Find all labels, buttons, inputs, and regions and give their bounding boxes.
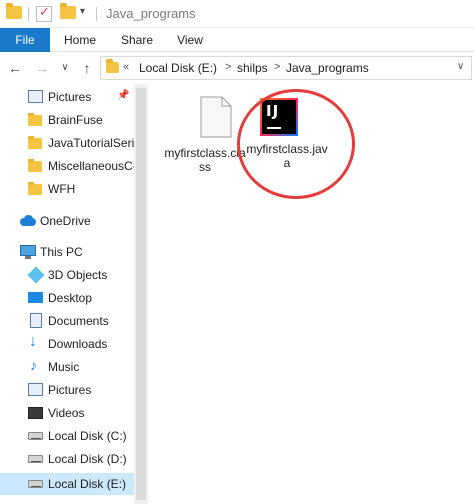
- sidebar-item-local-disk-d[interactable]: Local Disk (D:): [0, 448, 134, 470]
- sidebar-item-onedrive[interactable]: OneDrive: [0, 210, 126, 232]
- address-dropdown-icon[interactable]: ∨: [457, 61, 464, 72]
- documents-icon: [28, 313, 44, 329]
- breadcrumb-local-disk-e[interactable]: Local Disk (E:): [139, 61, 217, 75]
- divider: [28, 7, 29, 21]
- tab-view[interactable]: View: [172, 28, 208, 52]
- sidebar-item-documents[interactable]: Documents: [0, 310, 134, 332]
- overflow-chevron[interactable]: «: [123, 61, 129, 73]
- folder-icon: [28, 112, 44, 128]
- sidebar-item-desktop[interactable]: Desktop: [0, 287, 134, 309]
- folder-icon: [106, 59, 119, 73]
- sidebar-item-label: Desktop: [48, 291, 93, 305]
- sidebar-item-3d-objects[interactable]: 3D Objects: [0, 264, 134, 286]
- sidebar-item-label: BrainFuse: [48, 113, 103, 127]
- drive-icon: [28, 451, 44, 467]
- tab-file[interactable]: File: [0, 28, 50, 52]
- pin-icon[interactable]: 📌: [117, 90, 129, 101]
- title-bar: ✓ ▾ Java_programs: [0, 0, 474, 28]
- sidebar-item-downloads[interactable]: ↓ Downloads: [0, 333, 134, 355]
- sidebar-item-label: MiscellaneousC-: [48, 159, 137, 173]
- sidebar-item-label: JavaTutorialSerie: [48, 136, 141, 150]
- sidebar-item-label: 3D Objects: [48, 268, 108, 282]
- navigation-bar: ← → ∨ ↑ « Local Disk (E:) > shilps > Jav…: [0, 52, 474, 84]
- sidebar-item-music[interactable]: ♪ Music: [0, 356, 134, 378]
- sidebar-item-label: Pictures: [48, 383, 92, 397]
- sidebar-item-label: Downloads: [48, 337, 108, 351]
- breadcrumb-separator[interactable]: >: [225, 61, 231, 73]
- music-icon: ♪: [30, 357, 37, 373]
- breadcrumb-shilps[interactable]: shilps: [237, 61, 268, 75]
- sidebar-item-label: Local Disk (E:): [48, 477, 127, 491]
- pictures-icon: [28, 382, 44, 398]
- customize-quick-access-icon[interactable]: ▾: [80, 6, 85, 17]
- folder-icon: [6, 3, 22, 19]
- scrollbar-thumb[interactable]: [136, 88, 146, 500]
- sidebar-item-javatutorialseries[interactable]: JavaTutorialSerie: [0, 132, 141, 154]
- onedrive-icon: [20, 213, 36, 229]
- drive-icon: [28, 428, 44, 444]
- sidebar-item-wfh[interactable]: WFH: [0, 178, 134, 200]
- sidebar-item-label: OneDrive: [40, 214, 91, 228]
- file-list: myfirstclass.class IJ myfirstclass.java: [150, 84, 474, 504]
- ribbon-tabs: File Home Share View: [0, 28, 474, 52]
- sidebar-item-label: WFH: [48, 182, 76, 196]
- sidebar-item-label: Videos: [48, 406, 85, 420]
- tab-share[interactable]: Share: [116, 28, 158, 52]
- sidebar-item-pictures[interactable]: Pictures: [0, 379, 134, 401]
- divider: [96, 7, 97, 21]
- folder-icon: [28, 158, 44, 174]
- folder-icon: [28, 135, 44, 151]
- breadcrumb-separator[interactable]: >: [274, 61, 280, 73]
- recent-locations-icon[interactable]: ∨: [56, 58, 74, 78]
- downloads-icon: ↓: [29, 333, 37, 350]
- sidebar-item-pictures-quick[interactable]: Pictures 📌: [0, 86, 134, 108]
- file-name: myfirstclass.class: [164, 146, 246, 174]
- 3d-objects-icon: [27, 266, 45, 284]
- sidebar-item-label: This PC: [40, 245, 83, 259]
- highlight-circle: [237, 89, 355, 199]
- breadcrumb-java-programs[interactable]: Java_programs: [286, 61, 369, 75]
- sidebar-item-videos[interactable]: Videos: [0, 402, 134, 424]
- back-arrow-icon[interactable]: ←: [6, 58, 24, 78]
- new-folder-icon[interactable]: [60, 3, 76, 19]
- window-title: Java_programs: [106, 6, 196, 21]
- properties-icon[interactable]: ✓: [36, 4, 52, 22]
- sidebar-item-brainfuse[interactable]: BrainFuse: [0, 109, 134, 131]
- sidebar-item-label: Pictures: [48, 90, 92, 104]
- class-file-icon: [200, 96, 232, 138]
- sidebar-item-label: Music: [48, 360, 80, 374]
- address-bar[interactable]: « Local Disk (E:) > shilps > Java_progra…: [100, 56, 472, 80]
- forward-arrow-icon[interactable]: →: [33, 58, 51, 78]
- sidebar-item-local-disk-e[interactable]: Local Disk (E:): [0, 473, 134, 495]
- sidebar-item-label: Local Disk (C:): [48, 429, 127, 443]
- pictures-icon: [28, 89, 44, 105]
- videos-icon: [28, 405, 44, 421]
- sidebar-item-label: Local Disk (D:): [48, 452, 127, 466]
- up-arrow-icon[interactable]: ↑: [78, 58, 96, 78]
- sidebar-item-local-disk-c[interactable]: Local Disk (C:): [0, 425, 134, 447]
- this-pc-icon: [20, 244, 36, 260]
- tab-home[interactable]: Home: [58, 28, 102, 52]
- desktop-icon: [28, 290, 44, 306]
- sidebar-item-label: Documents: [48, 314, 109, 328]
- sidebar-item-this-pc[interactable]: This PC: [0, 241, 126, 263]
- navigation-pane: Pictures 📌 BrainFuse JavaTutorialSerie M…: [0, 84, 148, 504]
- folder-icon: [28, 181, 44, 197]
- sidebar-item-miscellaneous[interactable]: MiscellaneousC-: [0, 155, 137, 177]
- drive-icon: [28, 476, 44, 492]
